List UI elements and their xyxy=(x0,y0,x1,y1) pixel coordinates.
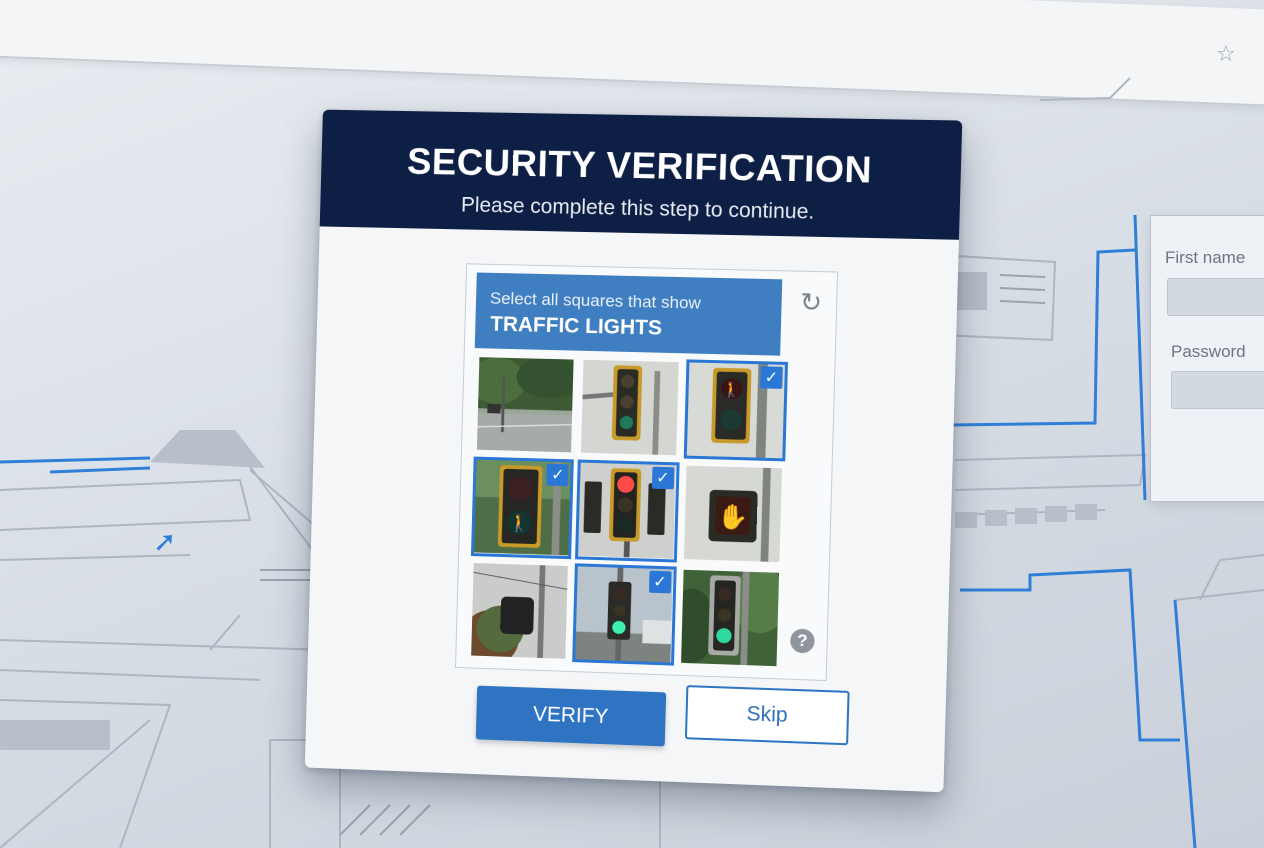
mouse-cursor-icon: ➚ xyxy=(153,525,176,558)
traffic-light-image xyxy=(581,360,679,456)
first-name-label: First name xyxy=(1165,248,1245,268)
skip-button[interactable]: Skip xyxy=(685,685,850,745)
captcha-target: TRAFFIC LIGHTS xyxy=(490,313,662,341)
first-name-field[interactable] xyxy=(1167,278,1264,316)
refresh-icon[interactable]: ↻ xyxy=(800,288,823,319)
modal-subtitle: Please complete this step to continue. xyxy=(320,191,960,228)
captcha-prompt: Select all squares that show TRAFFIC LIG… xyxy=(475,273,783,356)
captcha-tile-6[interactable]: ✋ xyxy=(680,463,785,566)
password-field[interactable] xyxy=(1171,371,1264,409)
street-corner-image xyxy=(477,357,574,452)
help-icon[interactable]: ? xyxy=(790,628,815,653)
selected-check-icon: ✓ xyxy=(547,464,569,487)
svg-text:✋: ✋ xyxy=(717,502,749,532)
captcha-widget: Select all squares that show TRAFFIC LIG… xyxy=(455,263,838,681)
captcha-instruction: Select all squares that show xyxy=(490,289,701,314)
dont-walk-signal-image: ✋ xyxy=(684,466,782,562)
background-login-form: First name Password xyxy=(1150,215,1264,502)
selected-check-icon: ✓ xyxy=(651,467,674,490)
captcha-tile-2[interactable] xyxy=(578,357,682,459)
captcha-tile-5[interactable]: ✓ xyxy=(575,460,679,562)
traffic-light-trees-image xyxy=(681,569,779,666)
modal-title: SECURITY VERIFICATION xyxy=(321,139,961,193)
selected-check-icon: ✓ xyxy=(649,570,672,593)
trees-signal-image xyxy=(471,563,568,659)
selected-check-icon: ✓ xyxy=(760,366,783,389)
captcha-tile-4[interactable]: 🚶 ✓ xyxy=(471,457,574,559)
svg-text:🚶: 🚶 xyxy=(508,513,530,533)
modal-header: SECURITY VERIFICATION Please complete th… xyxy=(320,110,963,240)
security-verification-modal: SECURITY VERIFICATION Please complete th… xyxy=(305,110,962,793)
password-label: Password xyxy=(1171,342,1246,362)
captcha-tile-7[interactable] xyxy=(468,560,571,662)
svg-text:🚶: 🚶 xyxy=(722,380,742,398)
captcha-grid: 🚶 ✓ 🚶 ✓ ✓ ✋ ✓ xyxy=(468,354,788,669)
captcha-tile-3[interactable]: 🚶 ✓ xyxy=(683,359,788,461)
captcha-tile-9[interactable] xyxy=(678,566,783,669)
captcha-tile-1[interactable] xyxy=(474,354,577,456)
captcha-tile-8[interactable]: ✓ xyxy=(572,563,676,666)
verify-button[interactable]: VERIFY xyxy=(476,686,666,747)
